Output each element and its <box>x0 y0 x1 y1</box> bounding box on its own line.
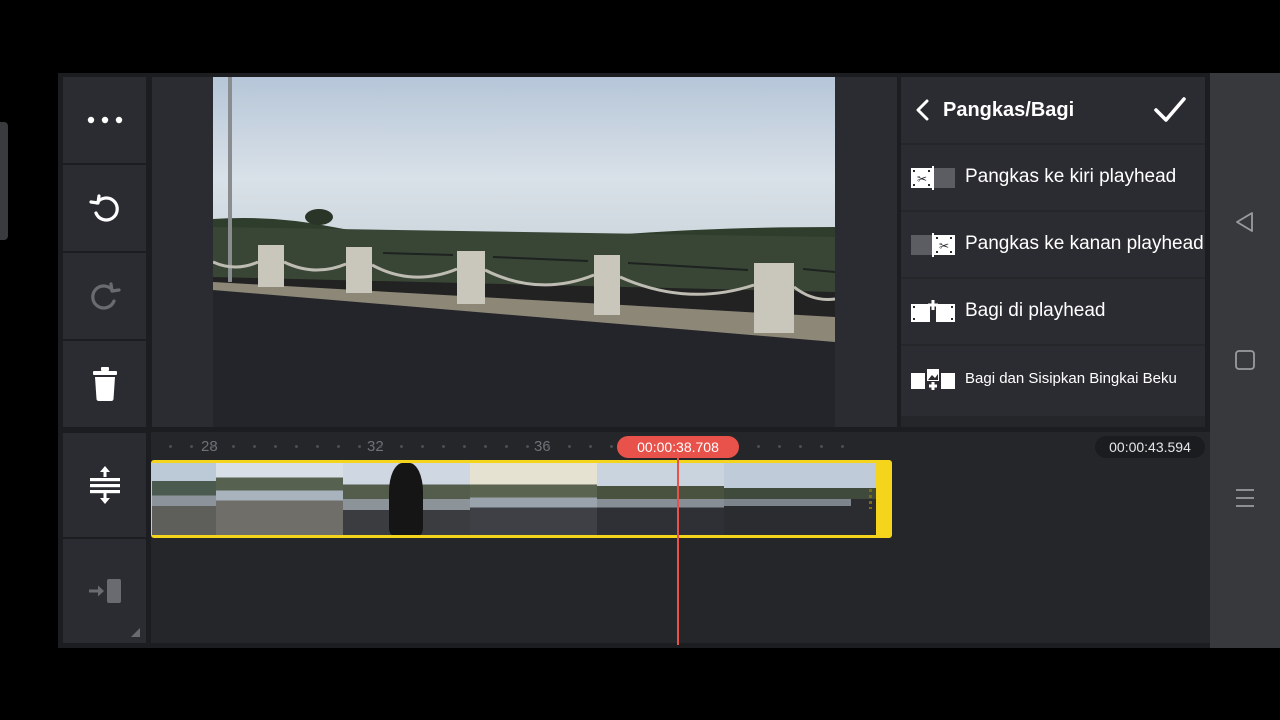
clip-thumbnail <box>724 463 851 535</box>
back-nav-icon[interactable] <box>1232 209 1258 235</box>
home-nav-icon[interactable] <box>1232 347 1258 373</box>
trim-right-icon: ✂ <box>911 233 955 257</box>
delete-icon <box>92 367 117 401</box>
timeline-zoom-button[interactable] <box>63 433 146 537</box>
recent-apps-icon[interactable] <box>1232 485 1258 511</box>
ruler-label: 28 <box>201 438 218 455</box>
undo-icon <box>88 194 119 222</box>
ruler-tick <box>358 445 361 448</box>
ruler-tick <box>400 445 403 448</box>
current-time-badge[interactable]: 00:00:38.708 <box>617 436 739 458</box>
delete-button[interactable] <box>63 341 146 427</box>
redo-icon <box>90 282 121 310</box>
svg-text:✂: ✂ <box>939 239 949 253</box>
video-preview[interactable] <box>213 77 835 427</box>
ruler-tick <box>316 445 319 448</box>
more-button[interactable] <box>63 77 146 163</box>
clip-thumbnail <box>152 463 216 535</box>
panel-header: Pangkas/Bagi <box>901 77 1205 143</box>
redo-button[interactable] <box>63 253 146 339</box>
ruler-tick <box>757 445 760 448</box>
clip-thumbnail <box>343 463 470 535</box>
ruler-tick <box>841 445 844 448</box>
corner-indicator <box>131 628 140 637</box>
clip-thumbnail <box>851 463 876 535</box>
menu-item-label: Bagi dan Sisipkan Bingkai Beku <box>965 370 1177 387</box>
split-icon <box>911 300 955 322</box>
ruler-tick <box>190 445 193 448</box>
trim-split-panel: Pangkas/Bagi ✂ Pangkas ke kiri playhead … <box>901 77 1205 427</box>
ruler-tick <box>463 445 466 448</box>
timeline[interactable]: 28 32 36 00:00:38.708 00:00:43.594 <box>151 432 1210 645</box>
undo-button[interactable] <box>63 165 146 251</box>
ruler-tick <box>820 445 823 448</box>
jump-to-end-button[interactable] <box>63 539 146 643</box>
ruler-tick <box>379 445 382 448</box>
ruler-tick <box>232 445 235 448</box>
menu-item-trim-right[interactable]: ✂ Pangkas ke kanan playhead <box>901 212 1205 277</box>
ruler-tick <box>547 445 550 448</box>
back-icon[interactable] <box>913 99 933 121</box>
split-freeze-frame-icon <box>911 369 955 390</box>
ruler-tick <box>589 445 592 448</box>
ruler-tick <box>211 445 214 448</box>
panel-title: Pangkas/Bagi <box>943 99 1075 121</box>
video-clip[interactable] <box>151 460 892 538</box>
ruler-tick <box>295 445 298 448</box>
video-frame <box>213 77 835 427</box>
clip-thumbnail <box>470 463 597 535</box>
ruler-tick <box>778 445 781 448</box>
ruler-tick <box>337 445 340 448</box>
jump-to-end-icon <box>88 579 121 603</box>
ruler-tick <box>505 445 508 448</box>
confirm-check-icon[interactable] <box>1153 95 1187 125</box>
ruler-tick <box>526 445 529 448</box>
ruler-tick <box>484 445 487 448</box>
menu-item-split-freeze-frame[interactable]: Bagi dan Sisipkan Bingkai Beku <box>901 346 1205 416</box>
menu-item-trim-left[interactable]: ✂ Pangkas ke kiri playhead <box>901 145 1205 210</box>
clip-trim-handle[interactable] <box>869 489 872 509</box>
ruler-tick <box>253 445 256 448</box>
timeline-zoom-icon <box>89 466 120 504</box>
ruler-tick <box>274 445 277 448</box>
playhead[interactable] <box>677 456 679 645</box>
ruler-tick <box>568 445 571 448</box>
more-icon <box>87 116 122 124</box>
clip-thumbnail <box>597 463 724 535</box>
ruler-tick <box>799 445 802 448</box>
ruler-tick <box>169 445 172 448</box>
menu-item-label: Pangkas ke kiri playhead <box>965 166 1177 187</box>
menu-item-label: Pangkas ke kanan playhead <box>965 233 1204 254</box>
system-navigation-bar <box>1210 73 1280 648</box>
ruler-tick <box>610 445 613 448</box>
editor-window: Pangkas/Bagi ✂ Pangkas ke kiri playhead … <box>58 73 1210 648</box>
menu-item-split[interactable]: Bagi di playhead <box>901 279 1205 344</box>
clip-thumbnail <box>216 463 343 535</box>
ruler-tick <box>421 445 424 448</box>
menu-item-label: Bagi di playhead <box>965 300 1106 321</box>
svg-text:✂: ✂ <box>917 172 927 186</box>
trim-left-icon: ✂ <box>911 166 955 190</box>
ruler-tick <box>442 445 445 448</box>
total-duration-label: 00:00:43.594 <box>1095 436 1205 458</box>
edge-panel-handle[interactable] <box>0 122 8 240</box>
